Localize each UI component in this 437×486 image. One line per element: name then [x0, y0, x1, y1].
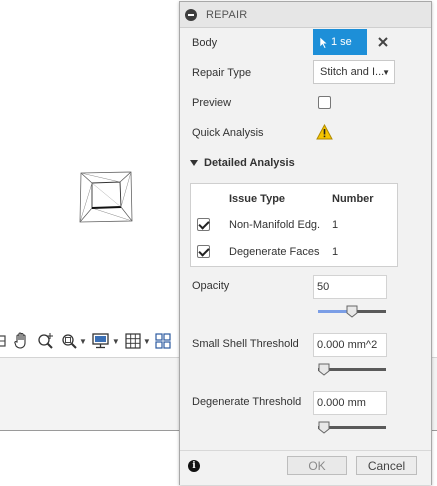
info-icon[interactable]: i — [188, 460, 200, 472]
expand-triangle-icon — [190, 160, 198, 166]
slider-thumb[interactable] — [318, 421, 330, 434]
degenerate-threshold-value: 0.000 mm — [317, 397, 366, 409]
issue-row-checkbox[interactable] — [197, 218, 210, 231]
cancel-button[interactable]: Cancel — [356, 456, 417, 475]
chevron-down-icon[interactable]: ▼ — [79, 337, 87, 346]
close-icon[interactable] — [377, 36, 389, 48]
repair-dialog: REPAIR Body 1 se Repair Type Stitch and … — [179, 1, 432, 485]
degenerate-threshold-label: Degenerate Threshold — [192, 396, 302, 408]
opacity-slider[interactable] — [318, 305, 386, 318]
ok-button[interactable]: OK — [287, 456, 347, 475]
slider-thumb[interactable] — [346, 305, 358, 318]
dialog-header: REPAIR — [180, 2, 431, 28]
warning-icon[interactable] — [316, 124, 333, 140]
collapse-icon[interactable] — [185, 8, 197, 21]
degenerate-threshold-input[interactable]: 0.000 mm — [313, 391, 387, 415]
small-shell-threshold-input[interactable]: 0.000 mm^2 — [313, 333, 387, 357]
display-settings-icon[interactable]: ▼ — [91, 329, 120, 353]
small-shell-threshold-slider[interactable] — [318, 363, 386, 376]
viewports-icon[interactable] — [155, 329, 171, 353]
opacity-input[interactable]: 50 — [313, 275, 387, 299]
grid-icon[interactable]: ▼ — [124, 329, 151, 353]
repair-type-dropdown[interactable]: Stitch and I... ▼ — [313, 60, 395, 84]
pan-hand-icon[interactable] — [12, 329, 32, 353]
chevron-down-icon[interactable]: ▼ — [112, 337, 120, 346]
body-label: Body — [192, 37, 218, 49]
issue-type-cell: Non-Manifold Edg... — [229, 219, 321, 231]
issue-number-cell: 1 — [332, 219, 339, 231]
issue-table: Issue Type Number Non-Manifold Edg... 1 … — [190, 183, 398, 267]
slider-thumb[interactable] — [318, 363, 330, 376]
navigation-toolbar: ▼ ▼ ▼ — [0, 328, 180, 354]
detailed-analysis-label: Detailed Analysis — [204, 157, 295, 169]
orbit-icon[interactable] — [0, 329, 8, 353]
dialog-title: REPAIR — [206, 8, 248, 21]
fit-zoom-icon[interactable]: ▼ — [60, 329, 87, 353]
mesh-body-model[interactable] — [78, 170, 134, 224]
column-header-number: Number — [332, 193, 374, 205]
zoom-window-icon[interactable] — [36, 329, 56, 353]
preview-label: Preview — [192, 97, 232, 109]
issue-type-cell: Degenerate Faces — [229, 246, 320, 258]
repair-type-value: Stitch and I... — [320, 66, 385, 78]
opacity-value: 50 — [317, 281, 330, 293]
chevron-down-icon: ▼ — [382, 68, 390, 77]
quick-analysis-label: Quick Analysis — [192, 127, 264, 139]
degenerate-threshold-slider[interactable] — [318, 421, 386, 434]
column-header-issue-type: Issue Type — [229, 193, 286, 205]
cursor-arrow-icon — [319, 35, 328, 49]
chevron-down-icon[interactable]: ▼ — [143, 337, 151, 346]
opacity-label: Opacity — [192, 280, 230, 292]
dialog-footer: i OK Cancel — [180, 450, 431, 485]
issue-row-checkbox[interactable] — [197, 245, 210, 258]
body-selection-text: 1 se — [331, 36, 352, 48]
issue-number-cell: 1 — [332, 246, 339, 258]
repair-type-label: Repair Type — [192, 67, 252, 79]
small-shell-threshold-value: 0.000 mm^2 — [317, 339, 378, 351]
small-shell-threshold-label: Small Shell Threshold — [192, 338, 299, 350]
body-selection-button[interactable]: 1 se — [313, 29, 367, 55]
detailed-analysis-toggle[interactable]: Detailed Analysis — [190, 157, 295, 169]
preview-checkbox[interactable] — [318, 96, 331, 109]
